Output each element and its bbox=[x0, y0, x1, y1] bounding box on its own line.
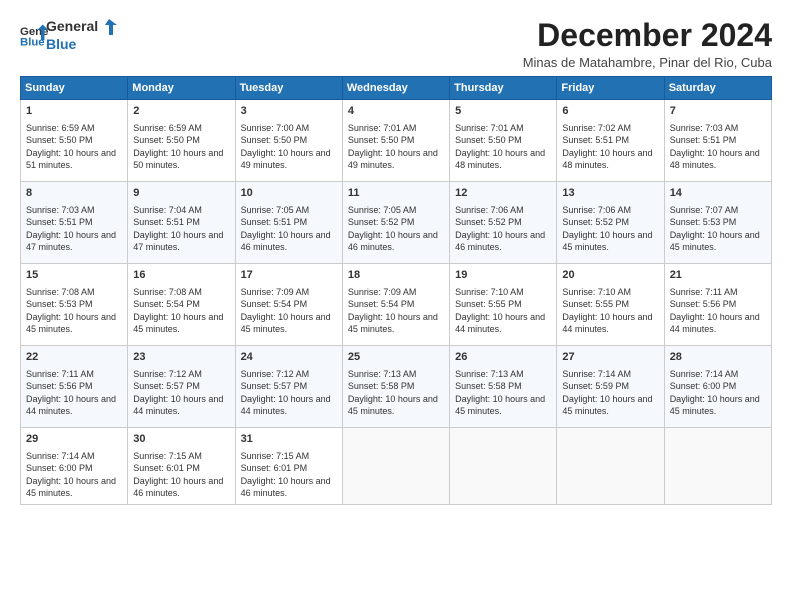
col-thursday: Thursday bbox=[450, 77, 557, 100]
table-row: 30Sunrise: 7:15 AMSunset: 6:01 PMDayligh… bbox=[128, 428, 235, 505]
table-row: 1Sunrise: 6:59 AMSunset: 5:50 PMDaylight… bbox=[21, 100, 128, 182]
table-row: 8Sunrise: 7:03 AMSunset: 5:51 PMDaylight… bbox=[21, 182, 128, 264]
flag-icon bbox=[99, 18, 117, 36]
table-row: 17Sunrise: 7:09 AMSunset: 5:54 PMDayligh… bbox=[235, 264, 342, 346]
col-tuesday: Tuesday bbox=[235, 77, 342, 100]
table-row: 18Sunrise: 7:09 AMSunset: 5:54 PMDayligh… bbox=[342, 264, 449, 346]
table-row: 16Sunrise: 7:08 AMSunset: 5:54 PMDayligh… bbox=[128, 264, 235, 346]
col-sunday: Sunday bbox=[21, 77, 128, 100]
table-row: 28Sunrise: 7:14 AMSunset: 6:00 PMDayligh… bbox=[664, 346, 771, 428]
table-row: 25Sunrise: 7:13 AMSunset: 5:58 PMDayligh… bbox=[342, 346, 449, 428]
col-saturday: Saturday bbox=[664, 77, 771, 100]
table-row: 3Sunrise: 7:00 AMSunset: 5:50 PMDaylight… bbox=[235, 100, 342, 182]
col-monday: Monday bbox=[128, 77, 235, 100]
logo-icon: General Blue bbox=[20, 21, 48, 49]
table-row: 2Sunrise: 6:59 AMSunset: 5:50 PMDaylight… bbox=[128, 100, 235, 182]
table-row bbox=[342, 428, 449, 505]
col-wednesday: Wednesday bbox=[342, 77, 449, 100]
logo: General Blue General Blue bbox=[20, 18, 117, 52]
col-friday: Friday bbox=[557, 77, 664, 100]
table-row bbox=[557, 428, 664, 505]
table-row: 4Sunrise: 7:01 AMSunset: 5:50 PMDaylight… bbox=[342, 100, 449, 182]
table-row: 31Sunrise: 7:15 AMSunset: 6:01 PMDayligh… bbox=[235, 428, 342, 505]
table-row: 7Sunrise: 7:03 AMSunset: 5:51 PMDaylight… bbox=[664, 100, 771, 182]
table-row: 20Sunrise: 7:10 AMSunset: 5:55 PMDayligh… bbox=[557, 264, 664, 346]
location: Minas de Matahambre, Pinar del Rio, Cuba bbox=[523, 55, 772, 70]
header: General Blue General Blue December 2024 … bbox=[20, 18, 772, 70]
table-row: 26Sunrise: 7:13 AMSunset: 5:58 PMDayligh… bbox=[450, 346, 557, 428]
table-row: 13Sunrise: 7:06 AMSunset: 5:52 PMDayligh… bbox=[557, 182, 664, 264]
table-row bbox=[450, 428, 557, 505]
table-row: 11Sunrise: 7:05 AMSunset: 5:52 PMDayligh… bbox=[342, 182, 449, 264]
table-row: 9Sunrise: 7:04 AMSunset: 5:51 PMDaylight… bbox=[128, 182, 235, 264]
table-row: 5Sunrise: 7:01 AMSunset: 5:50 PMDaylight… bbox=[450, 100, 557, 182]
table-row: 10Sunrise: 7:05 AMSunset: 5:51 PMDayligh… bbox=[235, 182, 342, 264]
calendar-table: Sunday Monday Tuesday Wednesday Thursday… bbox=[20, 76, 772, 505]
table-row bbox=[664, 428, 771, 505]
table-row: 24Sunrise: 7:12 AMSunset: 5:57 PMDayligh… bbox=[235, 346, 342, 428]
table-row: 14Sunrise: 7:07 AMSunset: 5:53 PMDayligh… bbox=[664, 182, 771, 264]
table-row: 12Sunrise: 7:06 AMSunset: 5:52 PMDayligh… bbox=[450, 182, 557, 264]
table-row: 21Sunrise: 7:11 AMSunset: 5:56 PMDayligh… bbox=[664, 264, 771, 346]
logo-blue: Blue bbox=[46, 36, 117, 52]
table-row: 23Sunrise: 7:12 AMSunset: 5:57 PMDayligh… bbox=[128, 346, 235, 428]
table-row: 19Sunrise: 7:10 AMSunset: 5:55 PMDayligh… bbox=[450, 264, 557, 346]
table-row: 29Sunrise: 7:14 AMSunset: 6:00 PMDayligh… bbox=[21, 428, 128, 505]
svg-text:Blue: Blue bbox=[20, 37, 45, 49]
month-title: December 2024 bbox=[523, 18, 772, 53]
title-block: December 2024 Minas de Matahambre, Pinar… bbox=[523, 18, 772, 70]
table-row: 22Sunrise: 7:11 AMSunset: 5:56 PMDayligh… bbox=[21, 346, 128, 428]
table-row: 6Sunrise: 7:02 AMSunset: 5:51 PMDaylight… bbox=[557, 100, 664, 182]
header-row: Sunday Monday Tuesday Wednesday Thursday… bbox=[21, 77, 772, 100]
table-row: 27Sunrise: 7:14 AMSunset: 5:59 PMDayligh… bbox=[557, 346, 664, 428]
table-row: 15Sunrise: 7:08 AMSunset: 5:53 PMDayligh… bbox=[21, 264, 128, 346]
